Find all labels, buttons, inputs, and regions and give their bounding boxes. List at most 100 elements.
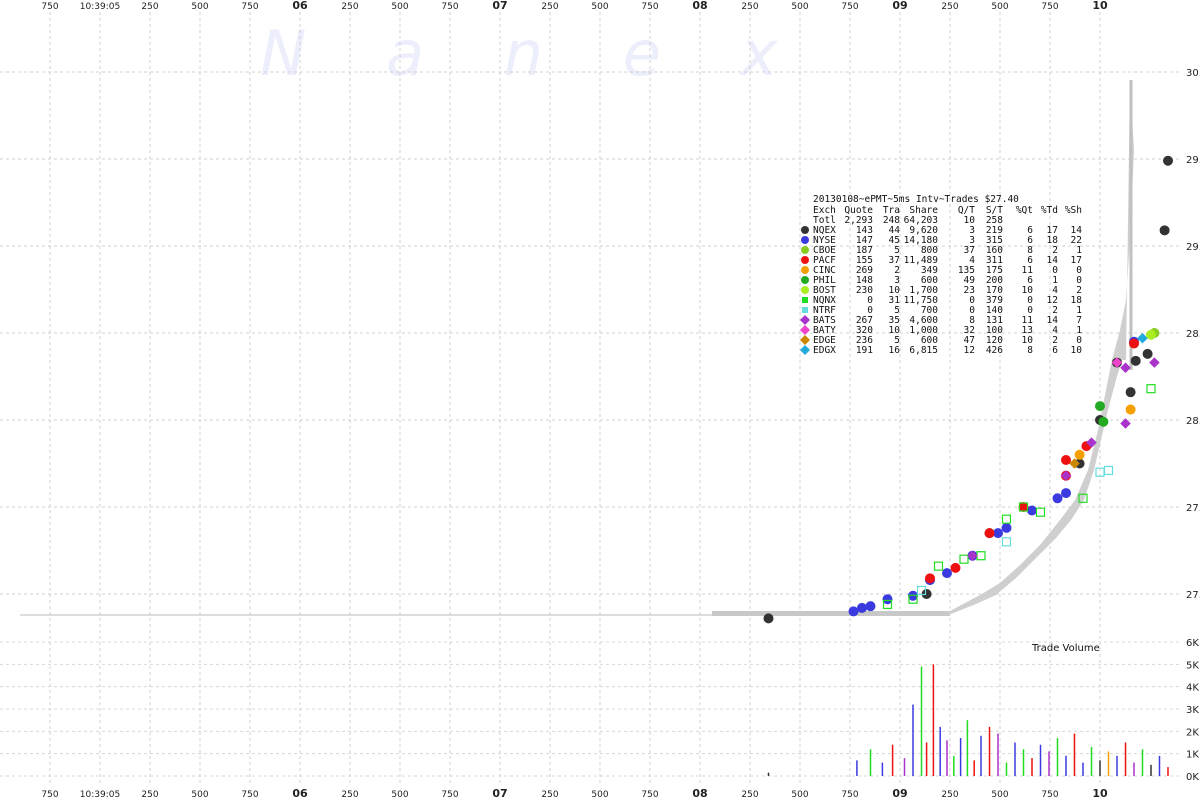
top-tick-label: 07: [492, 0, 507, 12]
top-tick-label: 750: [441, 2, 458, 12]
trade-point-nyse: [1052, 493, 1063, 504]
price-tick-label: 29.50: [1186, 155, 1200, 166]
trade-point-nqnx: [1146, 384, 1156, 394]
volume-title: Trade Volume: [1031, 643, 1100, 654]
legend-marker-bats: [800, 315, 810, 325]
exchange-table: 20130108~ePMT~5ms Intv~Trades $27.40 Exc…: [800, 194, 1082, 356]
volume-tick-label: 6K: [1186, 638, 1199, 649]
trade-point-nyse: [942, 568, 952, 579]
table-cell: 6: [1052, 345, 1058, 356]
trade-point-nqex: [1159, 225, 1170, 236]
bottom-tick-label: 250: [941, 790, 958, 800]
top-tick-label: 250: [541, 2, 558, 12]
bottom-tick-label: 09: [892, 787, 907, 800]
volume-bars: [767, 664, 1169, 776]
table-header-cell: %Sh: [1065, 205, 1082, 216]
table-header-cell: %Qt: [1016, 205, 1033, 216]
trade-point-pacf: [984, 528, 995, 539]
volume-tick-label: 1K: [1186, 750, 1199, 761]
top-tick-label: 500: [391, 2, 408, 12]
top-tick-label: 10:39:05: [80, 2, 120, 12]
top-tick-label: 250: [941, 2, 958, 12]
top-tick-label: 250: [741, 2, 758, 12]
table-cell: 191: [856, 345, 873, 356]
bottom-tick-label: 250: [741, 790, 758, 800]
chart-title: 20130108~ePMT~5ms Intv~Trades $27.40: [813, 194, 1019, 205]
legend-marker-nyse: [801, 236, 809, 244]
table-cell: 426: [986, 345, 1003, 356]
top-tick-label: 250: [341, 2, 358, 12]
legend-marker-pacf: [801, 256, 809, 264]
bottom-tick-label: 08: [692, 787, 707, 800]
top-tick-label: 500: [191, 2, 208, 12]
price-tick-label: 28.00: [1186, 416, 1200, 427]
trade-point-nqex: [1130, 355, 1141, 366]
trade-point-nqex: [1163, 155, 1173, 166]
trade-point-nqnx: [976, 551, 986, 561]
bottom-tick-label: 06: [292, 787, 308, 800]
table-header-cell: %Td: [1041, 205, 1058, 216]
top-tick-label: 750: [1041, 2, 1058, 12]
top-tick-label: 750: [841, 2, 858, 12]
grid: [0, 12, 1180, 784]
legend-marker-baty: [800, 325, 810, 335]
bottom-tick-label: 500: [591, 790, 608, 800]
legend-marker-edgx: [800, 345, 810, 355]
bottom-tick-label: 750: [441, 790, 458, 800]
top-tick-label: 750: [641, 2, 658, 12]
top-tick-label: 500: [591, 2, 608, 12]
trade-point-nqex: [1125, 387, 1136, 398]
bottom-tick-label: 750: [241, 790, 258, 800]
trade-point-pacf: [1018, 502, 1029, 512]
trade-point-nyse: [857, 602, 867, 613]
bottom-tick-label: 250: [341, 790, 358, 800]
trade-point-bats: [1149, 357, 1160, 368]
table-cell: 12: [964, 345, 975, 356]
bottom-tick-label: 250: [141, 790, 158, 800]
bottom-tick-label: 07: [492, 787, 507, 800]
bottom-tick-label: 750: [841, 790, 858, 800]
bottom-tick-label: 750: [41, 790, 58, 800]
trade-point-cinc: [1074, 449, 1085, 460]
trade-point-nqnx: [933, 561, 944, 571]
bottom-tick-label: 750: [641, 790, 658, 800]
bottom-time-axis: 750 10:39:05 250 500 750 06 250 500 750 07 250 500 7…: [41, 787, 1108, 800]
trade-point-nyse: [1027, 505, 1037, 516]
top-tick-label: 09: [892, 0, 907, 12]
bottom-tick-label: 750: [1041, 790, 1058, 800]
trade-point-nqnx: [959, 554, 969, 564]
volume-tick-label: 0K: [1186, 772, 1199, 783]
legend-marker-phil: [801, 276, 809, 284]
price-tick-label: 28.50: [1186, 329, 1200, 340]
nbbo-flat-band: [712, 611, 950, 616]
volume-tick-label: 2K: [1186, 727, 1199, 738]
trade-point-nyse: [1001, 522, 1012, 533]
legend-marker-bost: [801, 286, 809, 294]
trade-point-pacf: [1061, 455, 1071, 466]
top-time-axis: 750 10:39:05 250 500 750 06 250 500 750 07 250 500 7…: [41, 0, 1108, 12]
trade-point-pacf: [950, 562, 961, 573]
trade-point-bats: [1120, 362, 1131, 374]
legend-marker-ntrf: [802, 307, 808, 313]
bottom-tick-label: 10:39:05: [80, 790, 120, 800]
table-cell: 6,815: [909, 345, 938, 356]
bottom-tick-label: 10: [1092, 787, 1108, 800]
top-tick-label: 500: [991, 2, 1008, 12]
top-tick-label: 10: [1092, 0, 1108, 12]
legend-marker-cinc: [801, 266, 809, 274]
top-tick-label: 250: [141, 2, 158, 12]
price-axis: 30.00 29.50 29.00 28.50 28.00 27.50 27.00: [1186, 68, 1200, 601]
volume-tick-label: 3K: [1186, 705, 1199, 716]
top-tick-label: 750: [241, 2, 258, 12]
bottom-tick-label: 500: [791, 790, 808, 800]
trade-point-nqnx: [1035, 507, 1046, 517]
trade-point-phil: [1095, 401, 1105, 412]
trade-point-pacf: [925, 573, 935, 584]
top-tick-label: 750: [41, 2, 58, 12]
trade-point-ntrf: [1103, 465, 1114, 476]
bottom-tick-label: 500: [391, 790, 408, 800]
watermark: N a n e x: [260, 17, 807, 90]
nanex-chart: N a n e x 750 10:39:05 250 500 750 06 250 500 75…: [0, 0, 1200, 800]
trade-point-nyse: [1061, 488, 1071, 499]
trade-point-edgx: [1137, 332, 1148, 344]
